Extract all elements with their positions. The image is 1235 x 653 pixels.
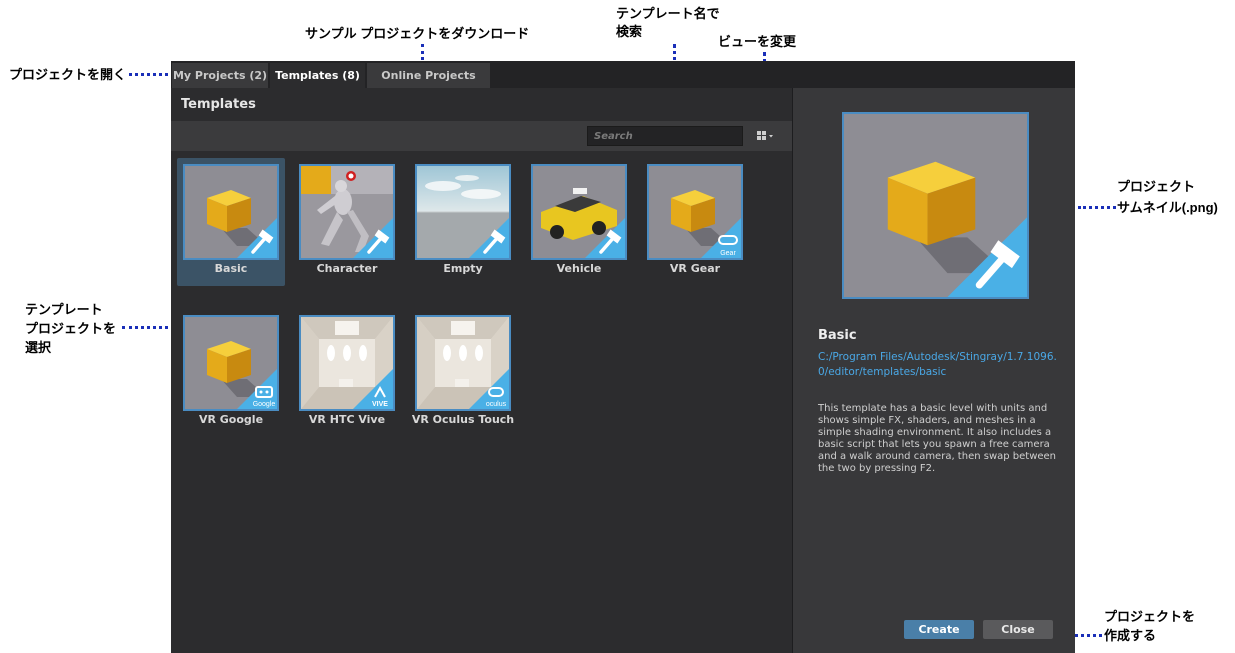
tab-bar: My Projects (2) Templates (8) Online Pro… <box>171 61 1075 107</box>
vr-badge-text: Google <box>253 401 276 408</box>
callout-open-project-line <box>129 73 174 76</box>
template-tile-vr-google[interactable]: Google VR Google <box>177 309 285 437</box>
template-label: VR HTC Vive <box>308 413 386 426</box>
template-tile-empty[interactable]: Empty <box>409 158 517 286</box>
tab-online-projects[interactable]: Online Projects (11) <box>367 63 490 107</box>
callout-search-line1: テンプレート名で <box>616 6 720 21</box>
character-figure-icon <box>301 166 393 258</box>
template-thumbnail <box>183 164 279 260</box>
template-thumbnail <box>531 164 627 260</box>
taxi-car-icon <box>533 166 625 258</box>
template-label: Empty <box>443 262 483 275</box>
cube-icon: Google <box>185 317 277 409</box>
template-label: Basic <box>214 262 248 275</box>
callout-select-line3: 選択 <box>25 340 52 355</box>
project-description: This template has a basic level with uni… <box>818 403 1057 474</box>
project-thumbnail <box>842 112 1029 299</box>
template-thumbnail: VIVE <box>299 315 395 411</box>
callout-create-line1: プロジェクトを <box>1104 609 1196 624</box>
callout-select-line1: テンプレート <box>25 302 103 317</box>
vr-badge-text: VIVE <box>372 401 388 408</box>
template-tile-vr-oculus-touch[interactable]: oculus VR Oculus Touch <box>409 309 517 437</box>
callout-select-line2: プロジェクトを <box>25 321 117 336</box>
vr-badge-text: oculus <box>486 401 507 408</box>
callout-create-line2: 作成する <box>1104 628 1157 643</box>
details-pane: Basic C:/Program Files/Autodesk/Stingray… <box>793 88 1075 653</box>
room-interior-icon: oculus <box>417 317 509 409</box>
sky-landscape-icon <box>417 166 509 258</box>
template-tile-character[interactable]: Character <box>293 158 401 286</box>
template-thumbnail: Google <box>183 315 279 411</box>
project-title: Basic <box>818 328 857 343</box>
template-tile-vr-gear[interactable]: Gear VR Gear <box>641 158 749 286</box>
pane-title: Templates <box>181 97 256 112</box>
change-view-button[interactable] <box>755 128 777 144</box>
tab-my-projects[interactable]: My Projects (2) <box>172 63 268 88</box>
vr-badge-text: Gear <box>720 250 736 257</box>
callout-thumbnail-line1: プロジェクト <box>1117 179 1196 194</box>
room-interior-icon: VIVE <box>301 317 393 409</box>
cube-icon <box>185 166 277 258</box>
template-thumbnail <box>299 164 395 260</box>
templates-pane: Templates Search Basic Character Empty V… <box>171 88 792 653</box>
template-label: VR Oculus Touch <box>411 413 515 426</box>
callout-download-samples-line <box>421 44 424 60</box>
template-label: VR Gear <box>669 262 721 275</box>
template-thumbnail: oculus <box>415 315 511 411</box>
callout-download-samples: サンプル プロジェクトをダウンロード <box>305 26 530 41</box>
tab-templates[interactable]: Templates (8) <box>270 63 365 88</box>
template-tile-basic[interactable]: Basic <box>177 158 285 286</box>
template-thumbnail <box>415 164 511 260</box>
close-button[interactable]: Close <box>983 620 1053 639</box>
cube-icon: Gear <box>649 166 741 258</box>
templates-toolbar <box>171 121 792 151</box>
search-input[interactable] <box>587 126 743 146</box>
grid-view-icon <box>757 131 773 140</box>
template-label: VR Google <box>198 413 264 426</box>
template-tile-vr-htc-vive[interactable]: VIVE VR HTC Vive <box>293 309 401 437</box>
template-tile-vehicle[interactable]: Vehicle <box>525 158 633 286</box>
callout-change-view: ビューを変更 <box>718 34 797 49</box>
callout-thumbnail-line <box>1078 206 1116 209</box>
template-label: Vehicle <box>556 262 602 275</box>
template-label: Character <box>316 262 378 275</box>
callout-search-line2: 検索 <box>616 24 643 39</box>
template-thumbnail: Gear <box>647 164 743 260</box>
project-path-link[interactable]: C:/Program Files/Autodesk/Stingray/1.7.1… <box>818 350 1058 380</box>
create-button[interactable]: Create <box>904 620 974 639</box>
cube-icon <box>844 114 1027 297</box>
project-manager-window: My Projects (2) Templates (8) Online Pro… <box>171 61 1075 653</box>
callout-select-line <box>122 326 168 329</box>
callout-open-project: プロジェクトを開く <box>9 67 127 82</box>
callout-thumbnail-line2: サムネイル(.png) <box>1117 200 1218 215</box>
